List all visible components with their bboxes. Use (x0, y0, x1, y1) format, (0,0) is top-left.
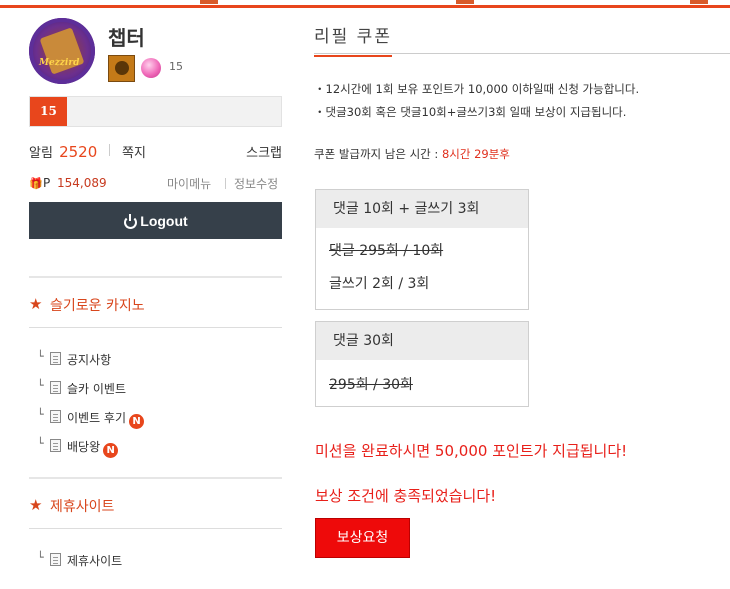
candy-level-icon (141, 58, 161, 78)
menu-item-label: 공지사항 (67, 353, 112, 367)
page-title-bar: 리필 쿠폰 (314, 18, 730, 57)
top-accent-bar (0, 0, 730, 8)
avatar[interactable]: Mezzird (29, 18, 95, 84)
menu-item-partners[interactable]: └ 제휴사이트 (29, 547, 282, 576)
condition-box-comments-posts: 댓글 10회 + 글쓰기 3회 댓글 295회 / 10회 글쓰기 2회 / 3… (315, 189, 529, 310)
document-icon (50, 410, 61, 423)
condition-box-comments: 댓글 30회 295회 / 30회 (315, 321, 529, 407)
reward-eligible-message: 보상 조건에 충족되었습니다! (315, 487, 497, 505)
condition-line-posts: 글쓰기 2회 / 3회 (329, 276, 430, 292)
scrap-link[interactable]: 스크랩 (246, 142, 282, 161)
star-icon: ★ (29, 496, 43, 514)
timer-value: 8시간 29분후 (441, 147, 510, 161)
star-icon: ★ (29, 295, 43, 313)
alarm-label: 알림 (29, 146, 53, 161)
main-content: 리필 쿠폰 ・12시간에 1회 보유 포인트가 10,000 이하일때 신청 가… (314, 18, 730, 558)
condition-header: 댓글 30회 (316, 322, 528, 360)
power-icon (123, 214, 138, 229)
menu-item-event-review[interactable]: └ 이벤트 후기 N (29, 404, 282, 433)
top-tick (690, 0, 708, 4)
document-icon (50, 439, 61, 452)
menu-item-event[interactable]: └ 슬카 이벤트 (29, 375, 282, 404)
point-value: 154,089 (57, 176, 107, 190)
logout-button[interactable]: Logout (29, 202, 282, 239)
condition-header: 댓글 10회 + 글쓰기 3회 (316, 190, 528, 228)
document-icon (50, 553, 61, 566)
menu-item-label: 배당왕 (67, 440, 101, 454)
top-tick (200, 0, 218, 4)
gift-icon: 🎁 (29, 177, 43, 190)
document-icon (50, 381, 61, 394)
casino-menu: └ 공지사항 └ 슬카 이벤트 └ 이벤트 후기 N └ 배당왕 N (29, 328, 282, 462)
logout-label: Logout (140, 212, 188, 229)
points-row: 🎁 P 154,089 마이메뉴 정보수정 (29, 174, 282, 194)
mission-message: 미션을 완료하시면 50,000 포인트가 지급됩니다! (315, 442, 628, 460)
sidebar: Mezzird 챕터 15 15 알림 2520 쪽지 스크랩 🎁 P 154,… (29, 18, 282, 576)
user-links-row: 알림 2520 쪽지 스크랩 (29, 140, 282, 162)
tree-branch-icon: └ (37, 379, 44, 392)
notice-line: ・12시간에 1회 보유 포인트가 10,000 이하일때 신청 가능합니다. (314, 82, 640, 96)
point-label: P (43, 176, 51, 190)
new-badge: N (103, 443, 119, 458)
condition-line-comments: 댓글 295회 / 10회 (329, 243, 444, 259)
notice-list: ・12시간에 1회 보유 포인트가 10,000 이하일때 신청 가능합니다. … (314, 78, 730, 124)
section-title: 제휴사이트 (50, 499, 115, 515)
document-icon (50, 352, 61, 365)
request-reward-button[interactable]: 보상요청 (315, 518, 410, 558)
tree-branch-icon: └ (37, 437, 44, 450)
menu-item-text: 이벤트 후기 N (67, 409, 145, 429)
coupon-timer: 쿠폰 발급까지 남은 시간 : 8시간 29분후 (314, 146, 730, 162)
new-badge: N (129, 414, 145, 429)
timer-label: 쿠폰 발급까지 남은 시간 : (314, 147, 442, 161)
top-tick (456, 0, 474, 4)
section-header-partners[interactable]: ★ 제휴사이트 (29, 477, 282, 529)
avatar-caption: Mezzird (39, 58, 80, 68)
mymenu-link[interactable]: 마이메뉴 (167, 175, 211, 192)
lion-badge-icon (108, 55, 135, 82)
menu-item-label: 이벤트 후기 (67, 411, 127, 425)
section-title: 슬기로운 카지노 (50, 298, 145, 314)
notice-line: ・댓글30회 혹은 댓글10회+글쓰기3회 일때 보상이 지급됩니다. (314, 105, 627, 119)
menu-item-label: 제휴사이트 (67, 554, 123, 568)
menu-item-text: 배당왕 N (67, 438, 119, 458)
menu-item-odds-king[interactable]: └ 배당왕 N (29, 433, 282, 462)
tree-branch-icon: └ (37, 350, 44, 363)
tree-branch-icon: └ (37, 551, 44, 564)
nickname: 챕터 (108, 28, 145, 50)
alarm-link[interactable]: 알림 2520 (29, 142, 97, 161)
profile-box: Mezzird 챕터 15 (29, 18, 282, 98)
section-header-casino[interactable]: ★ 슬기로운 카지노 (29, 276, 282, 328)
condition-line-comments: 295회 / 30회 (329, 377, 413, 393)
partners-menu: └ 제휴사이트 (29, 529, 282, 576)
level-badge: 15 (40, 104, 57, 118)
divider (225, 178, 226, 189)
level-progress-bar: 15 (29, 96, 282, 127)
tree-branch-icon: └ (37, 408, 44, 421)
page-title: 리필 쿠폰 (314, 22, 392, 57)
level-number: 15 (169, 60, 183, 73)
divider (109, 144, 110, 156)
edit-profile-link[interactable]: 정보수정 (234, 175, 278, 192)
memo-link[interactable]: 쪽지 (122, 142, 146, 161)
alarm-count: 2520 (59, 143, 98, 161)
menu-item-label: 슬카 이벤트 (67, 382, 127, 396)
menu-item-notice[interactable]: └ 공지사항 (29, 346, 282, 375)
